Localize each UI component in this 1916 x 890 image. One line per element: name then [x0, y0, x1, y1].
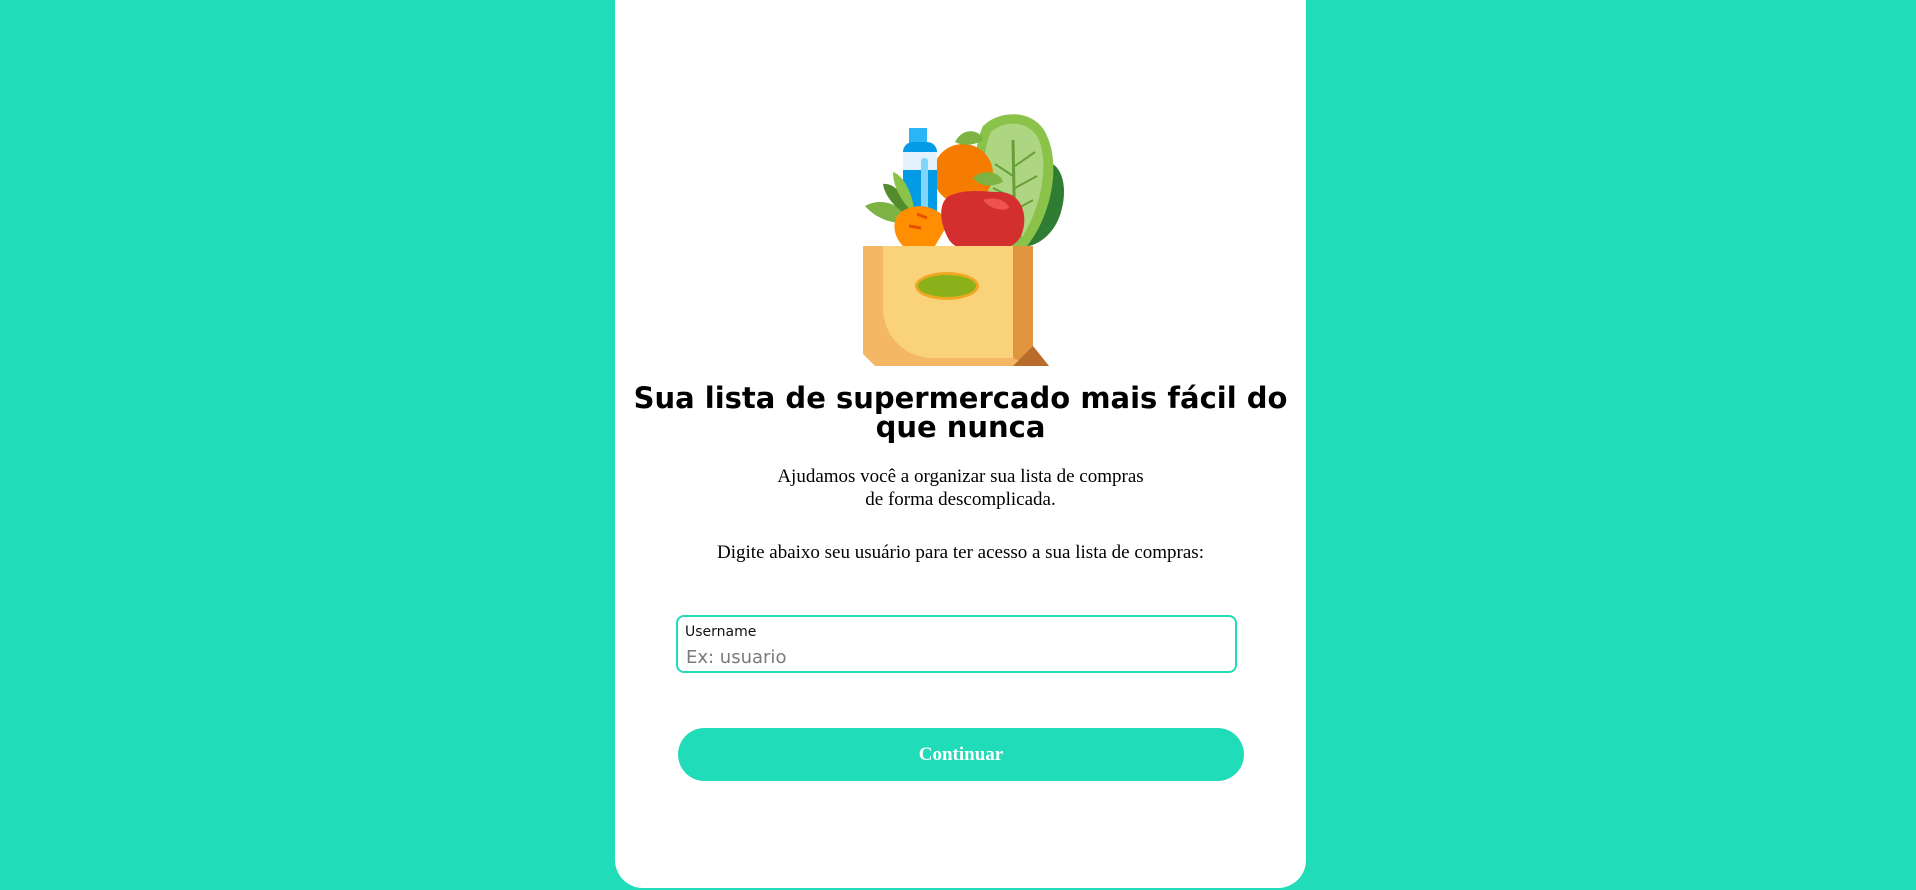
page-title: Sua lista de supermercado mais fácil do …	[633, 381, 1288, 444]
continue-button[interactable]: Continuar	[678, 728, 1244, 781]
grocery-bag-icon	[863, 114, 1065, 366]
subtitle-line-1: Ajudamos você a organizar sua lista de c…	[777, 466, 1144, 487]
username-input[interactable]	[686, 645, 1216, 669]
subtitle-line-2: de forma descomplicada.	[865, 489, 1056, 510]
login-card: Sua lista de supermercado mais fácil do …	[615, 0, 1306, 888]
username-field[interactable]: Username	[676, 615, 1237, 673]
page-subtitle: Ajudamos você a organizar sua lista de c…	[615, 465, 1306, 511]
username-label: Username	[685, 624, 757, 640]
login-instruction: Digite abaixo seu usuário para ter acess…	[717, 542, 1204, 563]
